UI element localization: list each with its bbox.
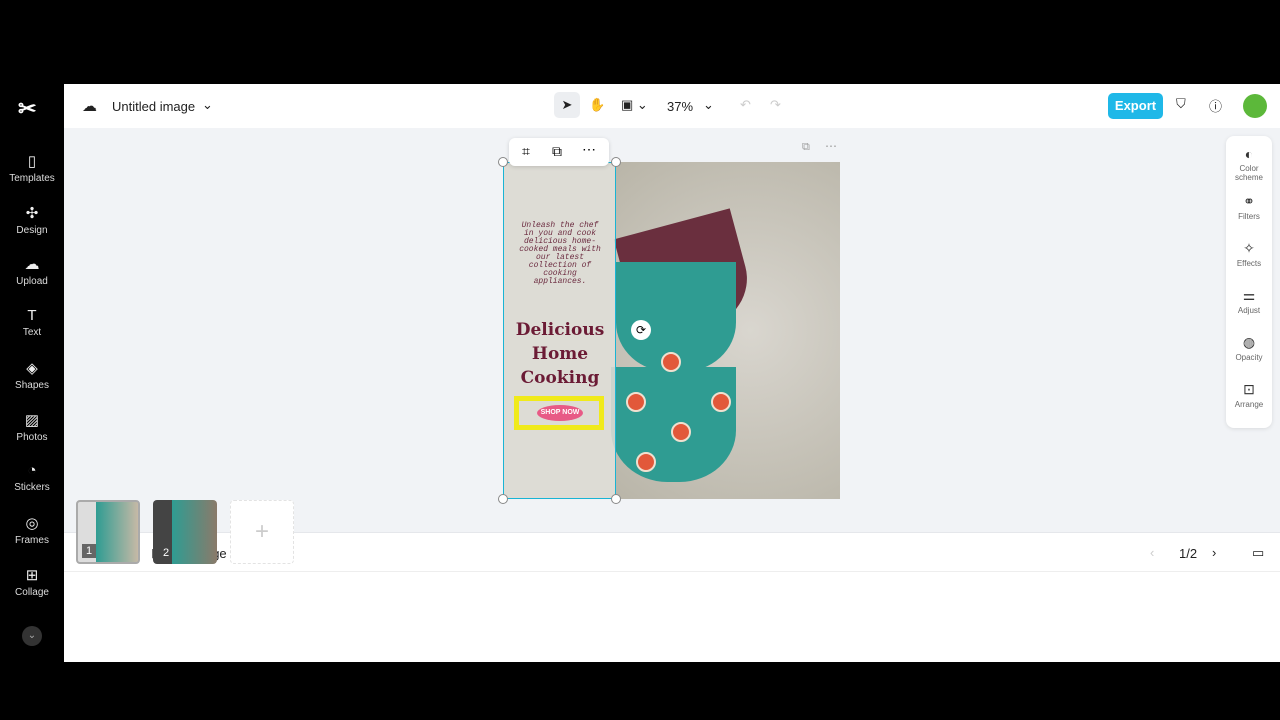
element-toolbar: ⌗ ⧉ ⋯	[509, 138, 609, 166]
avatar[interactable]	[1243, 94, 1267, 118]
title-chevron-down-icon[interactable]: ⌄	[202, 97, 213, 113]
upload-icon: ☁	[24, 256, 40, 274]
zoom-level[interactable]: 37%	[667, 99, 693, 114]
sidebar-item-shapes[interactable]: ◈ Shapes	[0, 359, 64, 391]
document-title[interactable]: Untitled image	[112, 99, 195, 114]
logo-icon: ✂	[18, 96, 37, 121]
sidebar-item-templates[interactable]: ▯ Templates	[0, 152, 64, 184]
sidebar-item-collage[interactable]: ⊞ Collage	[0, 566, 64, 598]
next-page-button[interactable]: ›	[1212, 545, 1216, 560]
resize-handle[interactable]	[611, 157, 621, 167]
page-thumbnail-2[interactable]: 2	[153, 500, 217, 564]
expand-more-button[interactable]: ⌄	[22, 626, 42, 646]
sidebar-item-frames[interactable]: ◎ Frames	[0, 514, 64, 546]
panel-adjust[interactable]: ⚌ Adjust	[1226, 287, 1272, 315]
sidebar-item-text[interactable]: T Text	[0, 307, 64, 338]
collage-icon: ⊞	[25, 566, 39, 584]
top-bar: ☁ Untitled image ⌄ ➤ ✋ ▣ ⌄ 37% ⌄ ↶ ↷ Exp…	[64, 84, 1280, 128]
photos-icon: ▨	[24, 411, 40, 429]
stickers-icon: ◔	[27, 462, 37, 480]
panel-opacity[interactable]: ◍ Opacity	[1226, 334, 1272, 362]
sidebar-item-upload[interactable]: ☁ Upload	[0, 255, 64, 287]
page-indicator: 1/2	[1179, 546, 1198, 561]
resize-handle[interactable]	[611, 494, 621, 504]
zoom-chevron-down-icon[interactable]: ⌄	[703, 97, 714, 113]
filters-icon: ⚭	[1243, 193, 1255, 209]
duplicate-icon[interactable]: ⧉	[552, 143, 562, 160]
effects-icon: ✧	[1243, 240, 1255, 256]
help-icon[interactable]: ⓘ	[1209, 96, 1222, 115]
page-duplicate-icon[interactable]: ⧉	[802, 141, 810, 154]
panel-effects[interactable]: ✧ Effects	[1226, 240, 1272, 268]
arrange-icon: ⊡	[1243, 381, 1255, 397]
sidebar-item-stickers[interactable]: ◔ Stickers	[0, 462, 64, 493]
panel-arrange[interactable]: ⊡ Arrange	[1226, 381, 1272, 409]
layout-button[interactable]: ▣ ⌄	[621, 97, 648, 113]
select-tool-button[interactable]: ➤	[554, 92, 580, 118]
selection-box[interactable]	[503, 162, 616, 499]
sidebar-item-design[interactable]: ✣ Design	[0, 204, 64, 236]
export-button[interactable]: Export	[1108, 93, 1163, 119]
color-scheme-icon: ◐	[1244, 146, 1254, 162]
crop-icon[interactable]: ⌗	[522, 143, 530, 160]
add-page-thumbnail-button[interactable]: +	[230, 500, 294, 564]
page-thumbnail-1[interactable]: 1	[76, 500, 140, 564]
prev-page-button[interactable]: ‹	[1150, 545, 1154, 560]
page-more-icon[interactable]: ⋯	[825, 139, 837, 153]
undo-button[interactable]: ↶	[740, 97, 751, 113]
panel-filters[interactable]: ⚭ Filters	[1226, 193, 1272, 221]
cloud-saved-icon: ☁	[82, 98, 97, 115]
right-panel: ◐ Color scheme ⚭ Filters ✧ Effects ⚌ Adjust ◍ Opa…	[1226, 136, 1272, 428]
frames-icon: ◎	[25, 514, 39, 532]
redo-button[interactable]: ↷	[770, 97, 781, 113]
sidebar-item-photos[interactable]: ▨ Photos	[0, 411, 64, 443]
panel-color-scheme[interactable]: ◐ Color scheme	[1226, 146, 1272, 182]
text-icon: T	[27, 307, 37, 325]
rotate-handle[interactable]: ⟳	[631, 320, 651, 340]
shield-icon[interactable]: ⛉	[1176, 96, 1186, 112]
shapes-icon: ◈	[26, 359, 38, 377]
opacity-icon: ◍	[1242, 334, 1256, 350]
resize-handle[interactable]	[498, 494, 508, 504]
resize-handle[interactable]	[498, 157, 508, 167]
design-icon: ✣	[25, 204, 39, 222]
more-icon[interactable]: ⋯	[582, 141, 596, 158]
present-icon[interactable]: ▭	[1252, 545, 1264, 561]
templates-icon: ▯	[27, 153, 37, 170]
adjust-icon: ⚌	[1242, 287, 1256, 303]
sidebar: ✂ ▯ Templates ✣ Design ☁ Upload T Text ◈ Shapes ▨ P…	[0, 84, 64, 662]
hand-tool-button[interactable]: ✋	[589, 97, 605, 113]
